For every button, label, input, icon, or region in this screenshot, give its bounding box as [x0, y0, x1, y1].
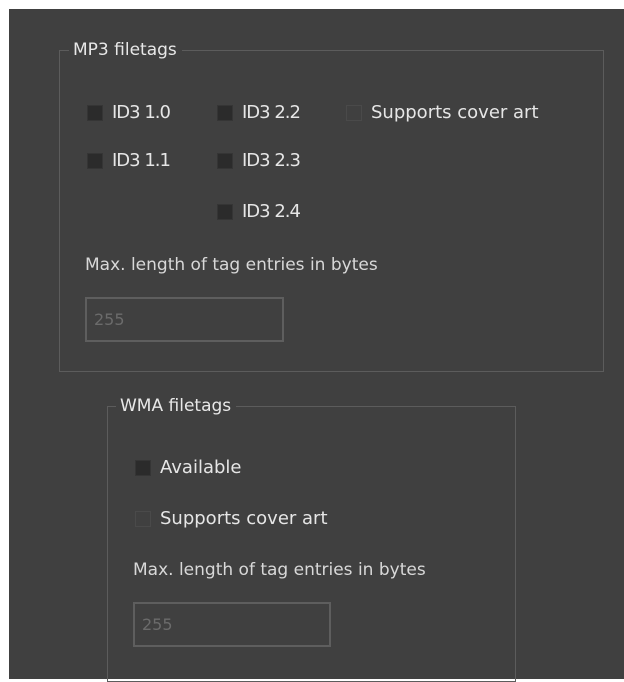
mp3-max-length-input[interactable]: 255	[85, 297, 284, 342]
mp3-supports-cover-art-label: Supports cover art	[371, 102, 539, 123]
mp3-supports-cover-art-checkbox[interactable]: Supports cover art	[346, 100, 539, 126]
mp3-max-length-label: Max. length of tag entries in bytes	[85, 255, 378, 275]
id3-1-0-label: ID3 1.0	[112, 102, 171, 123]
checkbox-square[interactable]	[217, 153, 233, 169]
wma-max-length-input[interactable]: 255	[133, 602, 331, 647]
checkbox-square[interactable]	[217, 105, 233, 121]
id3-2-4-checkbox[interactable]: ID3 2.4	[217, 199, 301, 225]
wma-available-label: Available	[160, 457, 242, 478]
wma-available-checkbox[interactable]: Available	[135, 455, 241, 481]
id3-1-0-checkbox[interactable]: ID3 1.0	[87, 100, 171, 126]
id3-1-1-label: ID3 1.1	[112, 150, 171, 171]
id3-2-3-label: ID3 2.3	[242, 150, 301, 171]
checkbox-square[interactable]	[87, 105, 103, 121]
id3-2-2-checkbox[interactable]: ID3 2.2	[217, 100, 301, 126]
checkbox-square[interactable]	[135, 460, 151, 476]
wma-group-title: WMA filetags	[116, 394, 237, 418]
wma-filetags-group: WMA filetags Available Supports cover ar…	[107, 394, 516, 682]
mp3-filetags-group: MP3 filetags ID3 1.0 ID3 2.2 Supports co…	[59, 38, 604, 372]
mp3-group-title: MP3 filetags	[69, 38, 182, 62]
id3-1-1-checkbox[interactable]: ID3 1.1	[87, 148, 171, 174]
checkbox-square[interactable]	[346, 105, 362, 121]
checkbox-square[interactable]	[217, 204, 233, 220]
checkbox-square[interactable]	[87, 153, 103, 169]
id3-2-2-label: ID3 2.2	[242, 102, 301, 123]
filetags-settings-panel: MP3 filetags ID3 1.0 ID3 2.2 Supports co…	[9, 9, 624, 682]
wma-max-length-label: Max. length of tag entries in bytes	[133, 560, 426, 580]
id3-2-3-checkbox[interactable]: ID3 2.3	[217, 148, 301, 174]
wma-supports-cover-art-checkbox[interactable]: Supports cover art	[135, 506, 328, 532]
wma-supports-cover-art-label: Supports cover art	[160, 508, 328, 529]
checkbox-square[interactable]	[135, 511, 151, 527]
id3-2-4-label: ID3 2.4	[242, 201, 301, 222]
